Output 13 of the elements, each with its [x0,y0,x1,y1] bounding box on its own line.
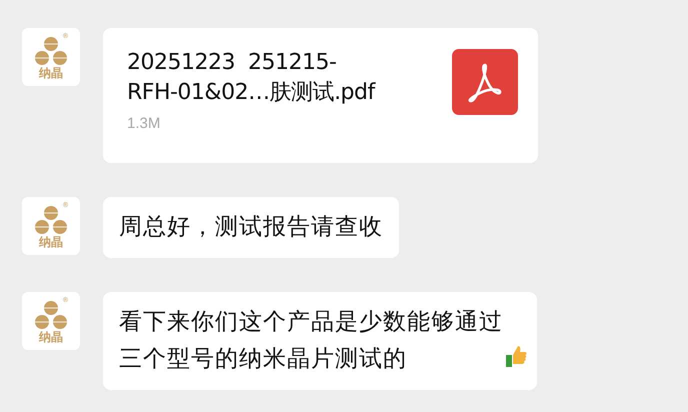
file-name: 20251223 251215- RFH-01&02…肤测试.pdf [127,49,375,107]
logo-text: 纳晶 [39,67,63,80]
logo-icon [34,206,68,236]
logo-text: 纳晶 [39,331,63,344]
message-text: 周总好，测试报告请查收 [119,213,383,242]
logo-icon [34,301,68,331]
file-bubble[interactable]: 20251223 251215- RFH-01&02…肤测试.pdf 1.3M [103,28,538,163]
pdf-icon [452,49,518,115]
logo-icon [34,37,68,67]
thumbs-up-icon [505,344,527,368]
file-size: 1.3M [127,114,160,134]
logo-text: 纳晶 [39,236,63,249]
message-text: 看下来你们这个产品是少数能够通过 三个型号的纳米晶片测试的 [119,308,503,374]
